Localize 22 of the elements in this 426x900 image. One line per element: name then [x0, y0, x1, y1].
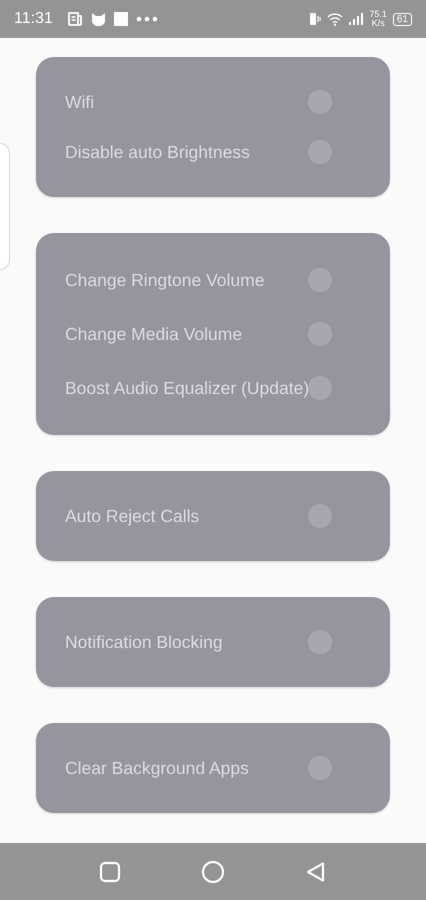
setting-label: Disable auto Brightness	[65, 142, 250, 162]
more-icon	[136, 16, 158, 22]
cat-icon	[90, 12, 106, 26]
setting-label: Boost Audio Equalizer (Update)	[65, 378, 310, 398]
setting-label: Clear Background Apps	[65, 758, 249, 778]
back-button[interactable]	[305, 860, 327, 882]
recents-button[interactable]	[99, 860, 121, 882]
setting-label: Change Media Volume	[65, 324, 242, 344]
network-speed: 75.1	[369, 10, 387, 19]
battery-icon: 61	[392, 12, 412, 26]
setting-label: Wifi	[65, 92, 94, 112]
setting-label: Auto Reject Calls	[65, 506, 200, 526]
signal-icon	[349, 13, 364, 25]
network-speed-unit: K/s	[372, 19, 385, 28]
setting-label: Change Ringtone Volume	[65, 270, 264, 290]
setting-label: Notification Blocking	[65, 632, 223, 652]
square-icon	[114, 12, 128, 26]
clock: 11:31	[14, 10, 53, 28]
home-button[interactable]	[201, 860, 225, 884]
wifi-icon	[327, 12, 344, 26]
vibrate-icon	[307, 12, 322, 26]
news-icon	[66, 11, 83, 27]
